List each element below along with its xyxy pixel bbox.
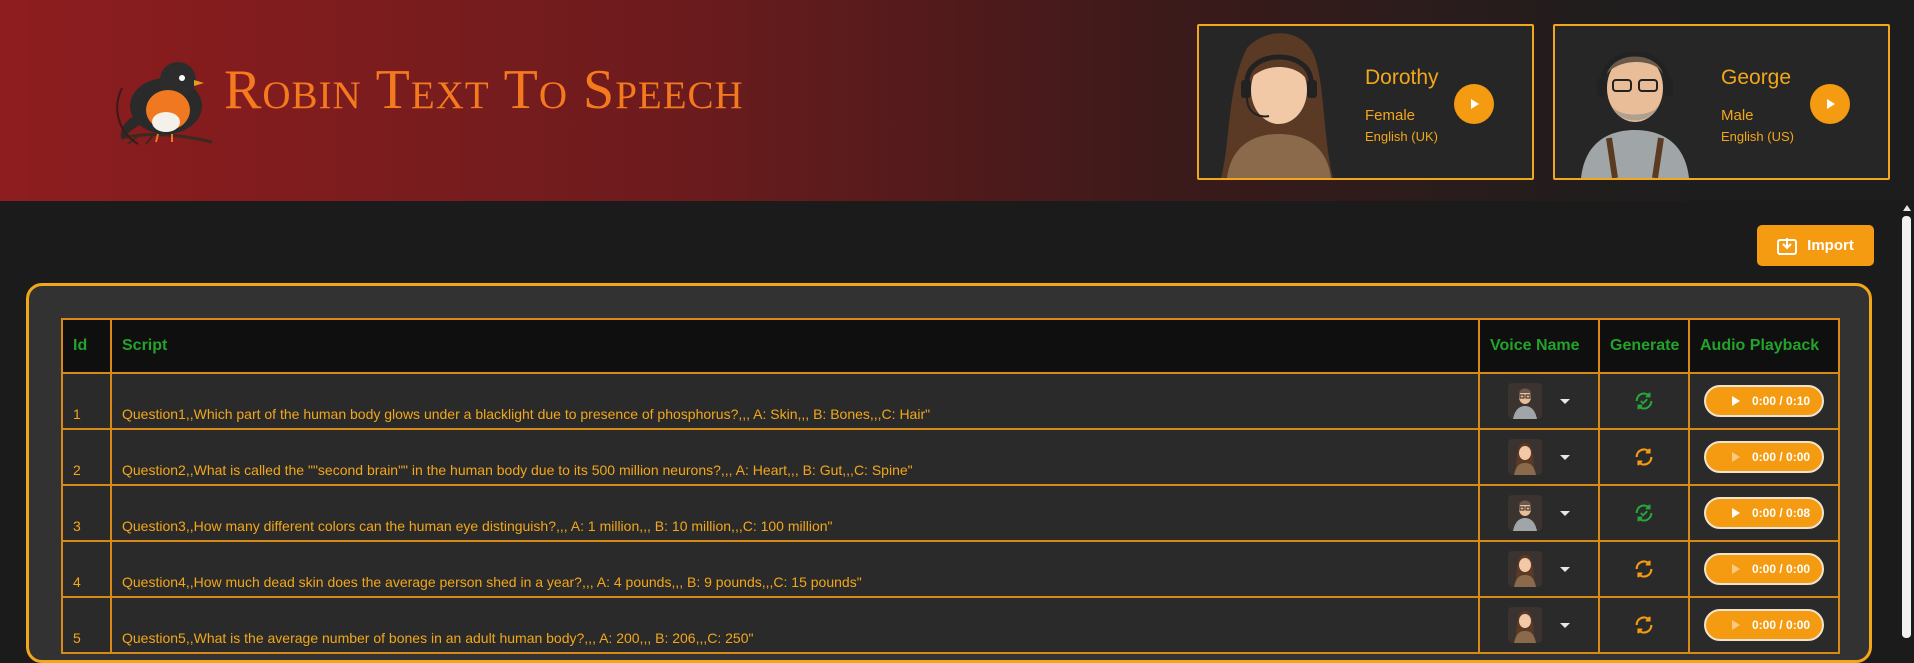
voice-select[interactable] (1478, 372, 1600, 430)
script-table: Id Script Voice Name Generate Audio Play… (61, 318, 1840, 654)
audio-time: 0:00 / 0:00 (1752, 450, 1811, 464)
header-banner: Robin Text To Speech Dorothy Female Engl… (0, 0, 1914, 201)
voice-select[interactable] (1478, 484, 1600, 542)
female-avatar-icon (1508, 439, 1542, 475)
import-label: Import (1807, 237, 1854, 254)
column-header-id: Id (61, 318, 112, 374)
voice-name: Dorothy (1365, 66, 1439, 89)
play-icon[interactable] (1732, 564, 1740, 574)
row-id: 3 (61, 484, 112, 542)
audio-playback-cell: 0:00 / 0:00 (1688, 540, 1840, 598)
dorothy-portrait-icon (1221, 33, 1333, 178)
app-title: Robin Text To Speech (224, 59, 744, 121)
table-row: 2 Question2,,What is called the ""second … (61, 428, 1840, 486)
column-header-voice-name: Voice Name (1478, 318, 1600, 374)
audio-player[interactable]: 0:00 / 0:10 (1704, 385, 1824, 417)
voice-select[interactable] (1478, 540, 1600, 598)
voice-language: English (US) (1721, 129, 1794, 144)
chevron-down-icon[interactable] (1560, 398, 1570, 404)
table-row: 3 Question3,,How many different colors ca… (61, 484, 1840, 542)
audio-time: 0:00 / 0:00 (1752, 562, 1811, 576)
generate-cell (1598, 484, 1690, 542)
column-header-script: Script (110, 318, 1480, 374)
column-header-generate: Generate (1598, 318, 1690, 374)
generate-cell (1598, 540, 1690, 598)
voice-select[interactable] (1478, 596, 1600, 654)
male-avatar-icon (1508, 495, 1542, 531)
audio-player[interactable]: 0:00 / 0:00 (1704, 441, 1824, 473)
generate-icon[interactable] (1633, 446, 1655, 468)
table-row: 1 Question1,,Which part of the human body… (61, 372, 1840, 430)
row-id: 2 (61, 428, 112, 486)
audio-player[interactable]: 0:00 / 0:00 (1704, 553, 1824, 585)
audio-time: 0:00 / 0:00 (1752, 618, 1811, 632)
row-id: 4 (61, 540, 112, 598)
female-avatar-icon (1508, 551, 1542, 587)
row-script: Question5,,What is the average number of… (110, 596, 1480, 654)
generate-icon[interactable] (1633, 614, 1655, 636)
table-row: 5 Question5,,What is the average number o… (61, 596, 1840, 654)
voice-language: English (UK) (1365, 129, 1438, 144)
voice-preview-play-button[interactable] (1454, 84, 1494, 124)
audio-playback-cell: 0:00 / 0:00 (1688, 596, 1840, 654)
audio-playback-cell: 0:00 / 0:08 (1688, 484, 1840, 542)
row-script: Question2,,What is called the ""second b… (110, 428, 1480, 486)
play-icon[interactable] (1732, 620, 1740, 630)
audio-time: 0:00 / 0:10 (1752, 394, 1811, 408)
scroll-up-arrow-icon[interactable] (1903, 205, 1911, 211)
row-script: Question1,,Which part of the human body … (110, 372, 1480, 430)
row-script: Question3,,How many different colors can… (110, 484, 1480, 542)
male-avatar-icon (1508, 383, 1542, 419)
regenerate-done-icon[interactable] (1633, 390, 1655, 412)
voice-gender: Male (1721, 107, 1754, 124)
voice-card-george: George Male English (US) (1553, 24, 1890, 180)
chevron-down-icon[interactable] (1560, 454, 1570, 460)
robin-logo-icon (116, 62, 213, 145)
chevron-down-icon[interactable] (1560, 622, 1570, 628)
audio-player[interactable]: 0:00 / 0:08 (1704, 497, 1824, 529)
audio-playback-cell: 0:00 / 0:00 (1688, 428, 1840, 486)
chevron-down-icon[interactable] (1560, 510, 1570, 516)
import-icon (1777, 237, 1798, 255)
voice-preview-play-button[interactable] (1810, 84, 1850, 124)
regenerate-done-icon[interactable] (1633, 502, 1655, 524)
scrollbar-thumb[interactable] (1902, 216, 1911, 638)
voice-name: George (1721, 66, 1792, 89)
play-icon (1471, 99, 1479, 109)
generate-cell (1598, 428, 1690, 486)
audio-playback-cell: 0:00 / 0:10 (1688, 372, 1840, 430)
voice-gender: Female (1365, 107, 1416, 124)
chevron-down-icon[interactable] (1560, 566, 1570, 572)
generate-cell (1598, 372, 1690, 430)
voice-select[interactable] (1478, 428, 1600, 486)
row-id: 5 (61, 596, 112, 654)
generate-icon[interactable] (1633, 558, 1655, 580)
play-icon (1827, 99, 1835, 109)
voice-card-dorothy: Dorothy Female English (UK) (1197, 24, 1534, 180)
george-portrait-icon (1581, 51, 1689, 178)
row-script: Question4,,How much dead skin does the a… (110, 540, 1480, 598)
import-button[interactable]: Import (1757, 225, 1874, 266)
table-row: 4 Question4,,How much dead skin does the … (61, 540, 1840, 598)
generate-cell (1598, 596, 1690, 654)
audio-time: 0:00 / 0:08 (1752, 506, 1811, 520)
play-icon[interactable] (1732, 508, 1740, 518)
column-header-audio-playback: Audio Playback (1688, 318, 1840, 374)
row-id: 1 (61, 372, 112, 430)
audio-player[interactable]: 0:00 / 0:00 (1704, 609, 1824, 641)
play-icon[interactable] (1732, 452, 1740, 462)
play-icon[interactable] (1732, 396, 1740, 406)
